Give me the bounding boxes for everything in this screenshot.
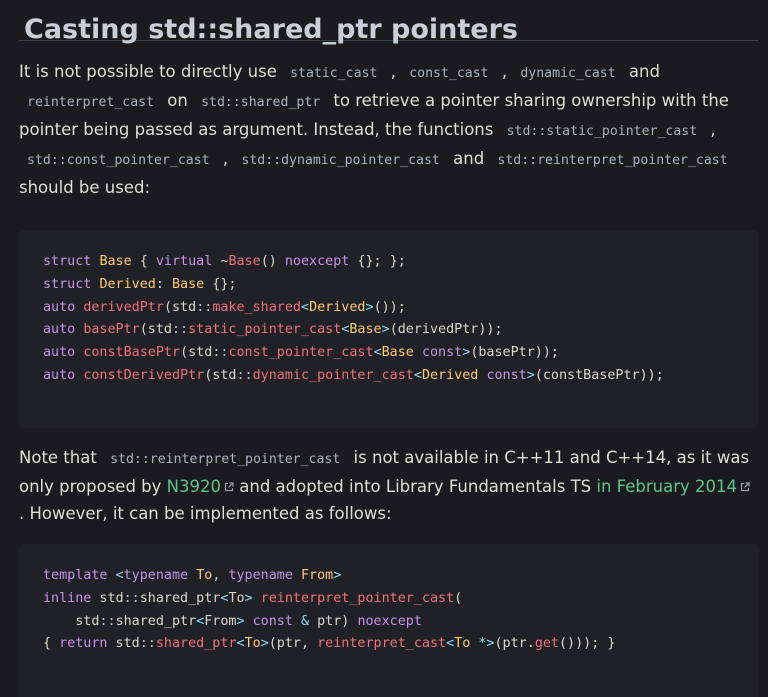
code-line: inline std::shared_ptr<To> reinterpret_p… [43,590,463,606]
link-label: N3920 [166,477,221,496]
external-link-icon [224,482,234,492]
inline-code: std::dynamic_pointer_cast [233,150,448,171]
code-block-reinterpret-impl[interactable]: template <typename To, typename From> in… [19,544,759,697]
inline-code: static_cast [282,63,386,84]
inline-code: std::reinterpret_pointer_cast [102,449,349,470]
code-line: std::shared_ptr<From> const & ptr) noexc… [43,613,422,629]
code-line: auto basePtr(std::static_pointer_cast<Ba… [43,322,503,338]
external-link-icon [740,482,750,492]
text: It is not possible to directly use [19,62,283,81]
link-label: in February 2014 [596,477,738,496]
text: on [162,91,194,110]
code-line: auto derivedPtr(std::make_shared<Derived… [43,299,406,315]
link-february-2014[interactable]: in February 2014 [596,477,750,496]
text: and adopted into Library Fundamentals TS [234,477,597,496]
code-line: auto constBasePtr(std::const_pointer_cas… [43,345,559,361]
section-heading: Casting std::shared_ptr pointers [19,0,759,45]
article-content: Casting std::shared_ptr pointers It is n… [19,0,759,697]
inline-code: const_cast [401,63,497,84]
text: , [496,62,513,81]
paragraph-intro: It is not possible to directly use stati… [19,58,759,201]
code-line: template <typename To, typename From> [43,568,342,583]
text: , [217,149,234,168]
inline-code: std::reinterpret_pointer_cast [489,150,736,171]
text: , [385,62,402,81]
code-line: struct Derived: Base {}; [43,276,237,292]
code-line: struct Base { virtual ~Base() noexcept {… [43,254,406,269]
inline-code: std::const_pointer_cast [19,150,218,171]
code-line: auto constDerivedPtr(std::dynamic_pointe… [43,367,664,383]
text: Note that [19,448,103,467]
text: and [447,149,490,168]
paragraph-note: Note that std::reinterpret_pointer_cast … [19,444,759,527]
text: . However, it can be implemented as foll… [19,504,392,523]
code-block-casting-example[interactable]: struct Base { virtual ~Base() noexcept {… [19,230,759,428]
inline-code: dynamic_cast [512,63,624,84]
inline-code: std::static_pointer_cast [498,121,706,142]
text: and [623,62,660,81]
text: should be used: [19,178,151,197]
inline-code: std::shared_ptr [193,92,329,113]
link-n3920[interactable]: N3920 [167,477,234,496]
code-line: { return std::shared_ptr<To>(ptr, reinte… [43,636,616,652]
inline-code: reinterpret_cast [19,92,163,113]
text: , [705,120,716,139]
